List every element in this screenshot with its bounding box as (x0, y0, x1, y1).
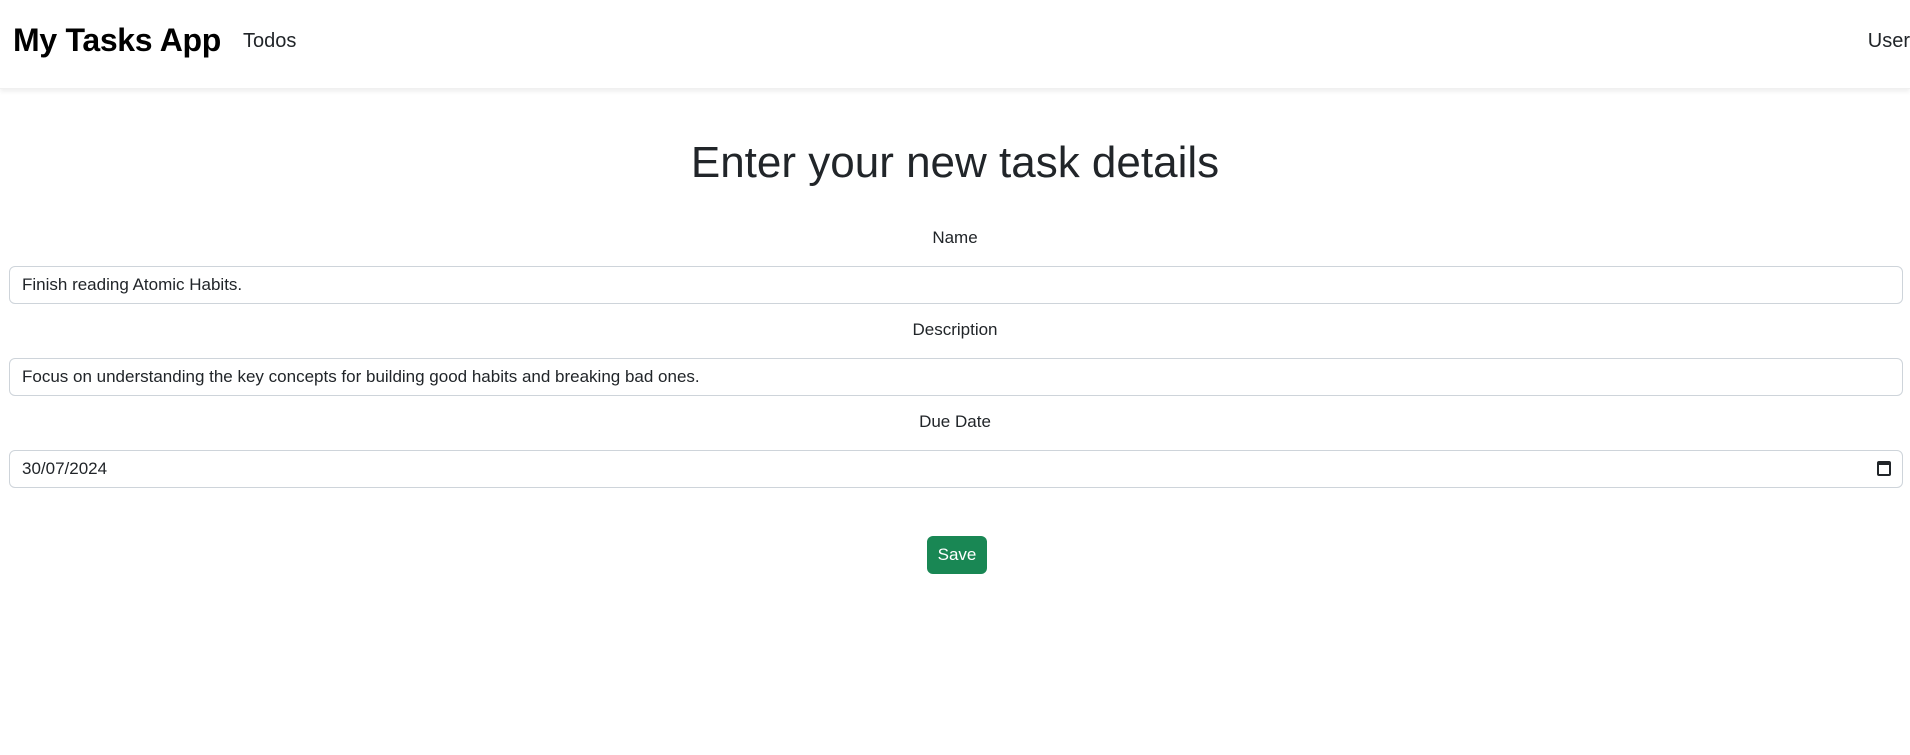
page-title: Enter your new task details (690, 138, 1220, 187)
nav-link-todos[interactable]: Todos (243, 30, 296, 53)
due-date-label: Due Date (919, 412, 991, 431)
due-date-input[interactable]: 30/07/2024 (9, 450, 1903, 488)
app-brand[interactable]: My Tasks App (13, 22, 221, 59)
user-menu[interactable]: User (1868, 30, 1910, 53)
name-label: Name (932, 228, 978, 247)
description-input[interactable]: Focus on understanding the key concepts … (9, 358, 1903, 396)
name-input[interactable]: Finish reading Atomic Habits. (9, 266, 1903, 304)
description-label: Description (912, 320, 998, 339)
calendar-icon[interactable] (1877, 461, 1891, 476)
due-date-value: 30/07/2024 (22, 459, 108, 478)
top-navbar: My Tasks App Todos User (0, 0, 1910, 89)
save-button[interactable]: Save (927, 536, 987, 574)
